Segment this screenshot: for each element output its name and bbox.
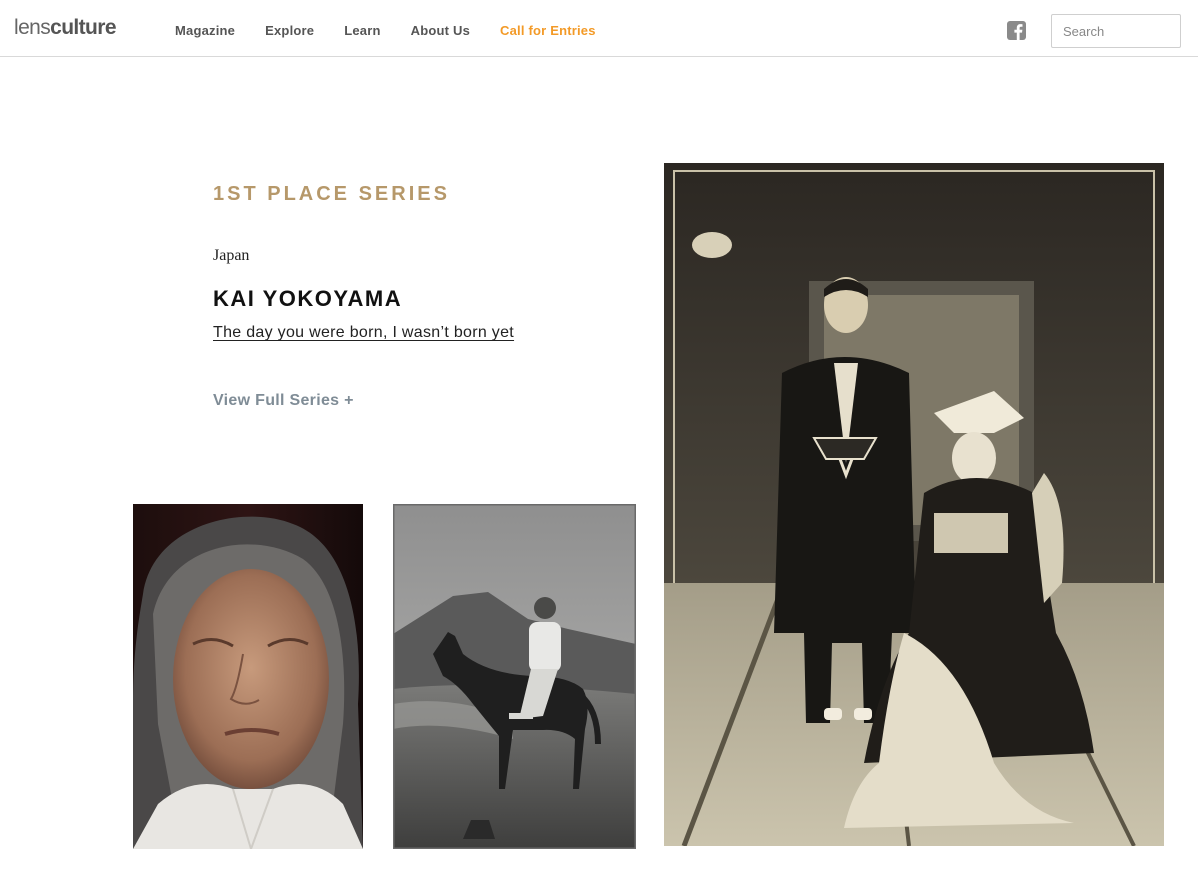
photo-wedding-couple[interactable] (664, 163, 1164, 846)
award-eyebrow: 1ST PLACE SERIES (213, 183, 450, 205)
photo-elderly-woman-image (133, 504, 363, 849)
artist-name[interactable]: KAI YOKOYAMA (213, 286, 402, 312)
top-navigation-bar: lensculture Magazine Explore Learn About… (0, 0, 1198, 57)
lensculture-logo[interactable]: lensculture (14, 16, 117, 40)
logo-part-lens: lens (14, 16, 51, 39)
nav-learn[interactable]: Learn (344, 23, 380, 38)
photo-wedding-couple-image (664, 163, 1164, 846)
nav-call-for-entries[interactable]: Call for Entries (500, 23, 596, 38)
series-title-link[interactable]: The day you were born, I wasn’t born yet (213, 324, 514, 342)
nav-about-us[interactable]: About Us (411, 23, 470, 38)
facebook-icon[interactable] (1007, 21, 1026, 40)
nav-magazine[interactable]: Magazine (175, 23, 235, 38)
photo-man-on-horse-image (393, 504, 636, 849)
photo-man-on-horse[interactable] (393, 504, 636, 849)
photo-elderly-woman[interactable] (133, 504, 363, 849)
logo-part-culture: culture (50, 16, 116, 39)
artist-country: Japan (213, 247, 250, 264)
search-input[interactable] (1051, 14, 1181, 48)
view-full-series-link[interactable]: View Full Series + (213, 392, 354, 410)
nav-explore[interactable]: Explore (265, 23, 314, 38)
main-nav: Magazine Explore Learn About Us Call for… (175, 23, 626, 38)
